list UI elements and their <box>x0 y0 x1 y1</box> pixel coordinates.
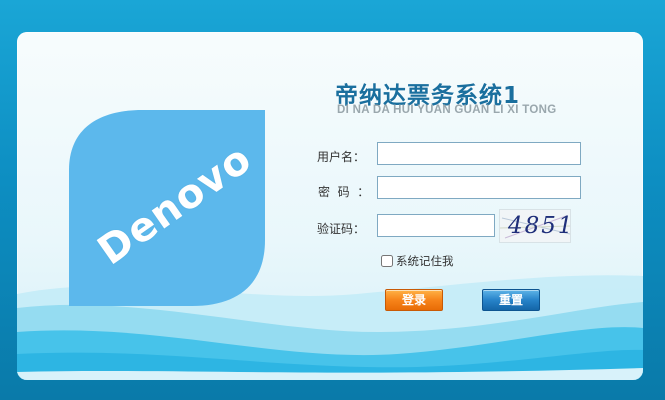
remember-me[interactable]: 系统记住我 <box>381 253 454 269</box>
captcha-text: 4851 <box>508 213 571 239</box>
captcha-image[interactable]: 4851 <box>499 209 571 243</box>
username-label: 用户名： <box>317 150 366 164</box>
reset-button[interactable]: 重置 <box>482 289 540 311</box>
denovo-logo: Denovo <box>67 110 267 306</box>
remember-label: 系统记住我 <box>396 254 454 268</box>
login-button[interactable]: 登录 <box>385 289 443 311</box>
username-input[interactable] <box>377 142 581 165</box>
captcha-input[interactable] <box>377 214 495 237</box>
password-label: 密 码 ： <box>318 185 370 199</box>
captcha-label: 验证码： <box>317 222 366 236</box>
login-panel: Denovo 帝纳达票务系统1 DI NA DA HUI YUAN GUAN L… <box>17 32 643 380</box>
page-subtitle: DI NA DA HUI YUAN GUAN LI XI TONG <box>337 104 557 116</box>
remember-checkbox[interactable] <box>381 255 393 267</box>
password-input[interactable] <box>377 176 581 199</box>
